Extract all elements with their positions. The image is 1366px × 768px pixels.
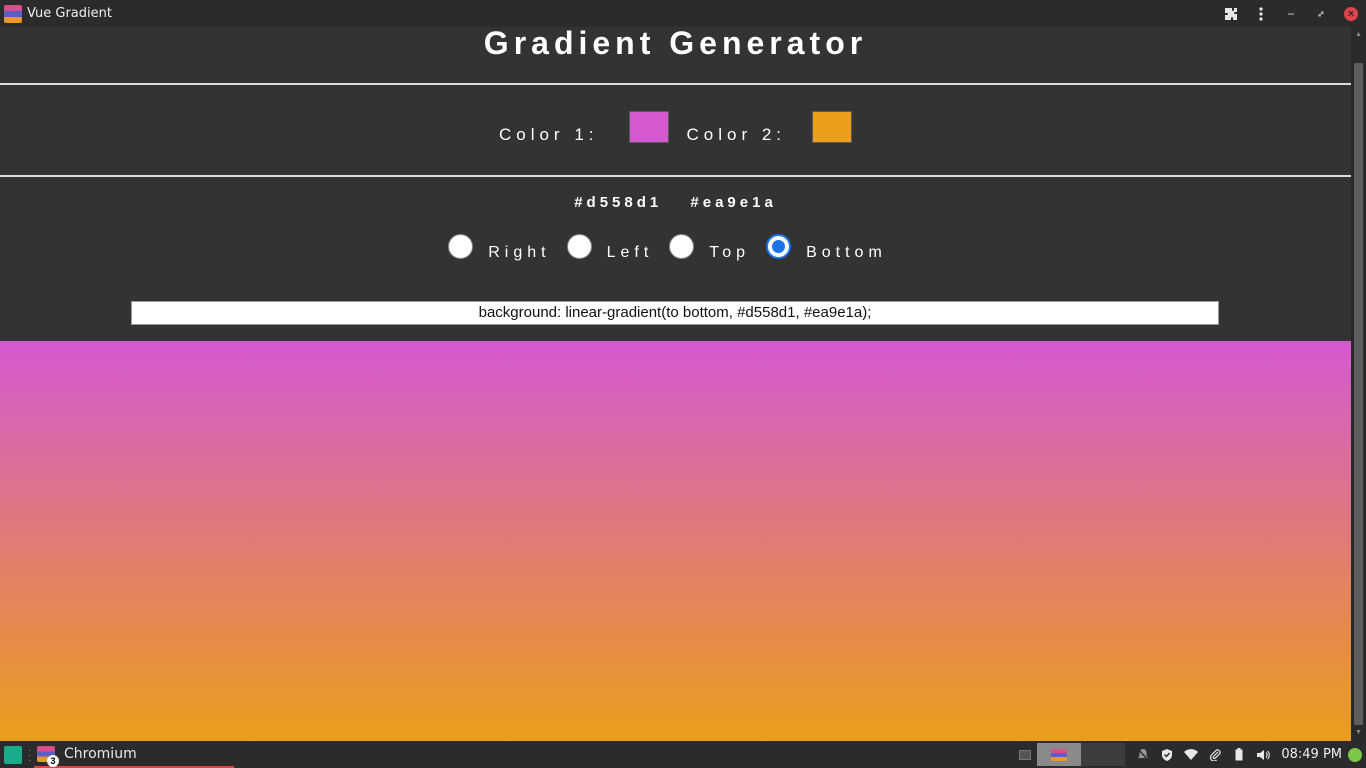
radio-right-label: Right xyxy=(488,243,551,261)
workspace-window-thumb xyxy=(1051,748,1068,761)
app-icon xyxy=(4,4,22,23)
menu-kebab-icon[interactable] xyxy=(1246,0,1276,27)
css-output-field[interactable]: background: linear-gradient(to bottom, #… xyxy=(131,301,1219,325)
radio-left[interactable] xyxy=(566,234,592,259)
notifications-off-icon[interactable] xyxy=(1131,741,1155,768)
shield-icon[interactable] xyxy=(1155,741,1179,768)
hex-values: #d558d1 #ea9e1a xyxy=(0,194,1351,211)
window-count-badge: 3 xyxy=(47,754,59,767)
start-menu-icon[interactable] xyxy=(4,745,22,764)
gradient-preview xyxy=(0,341,1351,741)
radio-right[interactable] xyxy=(448,234,474,259)
color1-hex: #d558d1 xyxy=(574,194,663,211)
show-desktop-icon[interactable] xyxy=(1013,741,1037,768)
taskbar-item-chromium[interactable]: 3 Chromium xyxy=(34,741,234,768)
color2-label: Color 2: xyxy=(686,125,787,144)
wifi-icon[interactable] xyxy=(1179,741,1203,768)
chromium-app-icon: 3 xyxy=(37,745,59,767)
volume-icon[interactable] xyxy=(1251,741,1275,768)
radio-top-label: Top xyxy=(709,243,751,261)
radio-bottom[interactable] xyxy=(766,234,792,259)
color-pickers: Color 1: Color 2: xyxy=(0,111,1351,147)
vertical-scrollbar[interactable]: ▲ ▼ xyxy=(1351,27,1366,741)
window-title: Vue Gradient xyxy=(27,6,112,21)
extensions-icon[interactable] xyxy=(1216,0,1246,27)
attachment-icon[interactable] xyxy=(1203,741,1227,768)
workspace-2[interactable] xyxy=(1081,743,1126,766)
divider xyxy=(0,83,1351,85)
page-viewport: Gradient Generator Color 1: Color 2: #d5… xyxy=(0,27,1351,741)
color1-picker[interactable] xyxy=(628,111,669,143)
radio-top[interactable] xyxy=(669,234,695,259)
color2-hex: #ea9e1a xyxy=(690,194,777,211)
close-icon: × xyxy=(1344,6,1358,21)
taskbar: · · · 3 Chromium 08:49 PM xyxy=(0,741,1366,768)
power-icon[interactable] xyxy=(1348,747,1362,762)
window-controls: × xyxy=(1216,0,1366,27)
restore-icon[interactable] xyxy=(1306,0,1336,27)
taskbar-item-label: Chromium xyxy=(64,745,137,762)
battery-icon[interactable] xyxy=(1227,741,1251,768)
direction-options: Right Left Top Bottom xyxy=(0,234,1351,265)
workspace-1[interactable] xyxy=(1037,743,1082,766)
scroll-up-icon[interactable]: ▲ xyxy=(1354,31,1363,39)
system-tray: 08:49 PM xyxy=(1013,741,1366,768)
scroll-down-icon[interactable]: ▼ xyxy=(1354,729,1363,737)
radio-bottom-label: Bottom xyxy=(806,243,887,261)
page-title: Gradient Generator xyxy=(483,27,868,61)
scrollbar-thumb[interactable] xyxy=(1354,63,1363,725)
color1-label: Color 1: xyxy=(498,125,599,144)
clock[interactable]: 08:49 PM xyxy=(1281,747,1342,762)
minimize-icon[interactable] xyxy=(1276,0,1306,27)
window-titlebar: Vue Gradient × xyxy=(0,0,1366,27)
color2-picker[interactable] xyxy=(812,111,853,143)
radio-left-label: Left xyxy=(606,243,654,261)
divider xyxy=(0,175,1351,177)
close-button[interactable]: × xyxy=(1336,0,1366,27)
